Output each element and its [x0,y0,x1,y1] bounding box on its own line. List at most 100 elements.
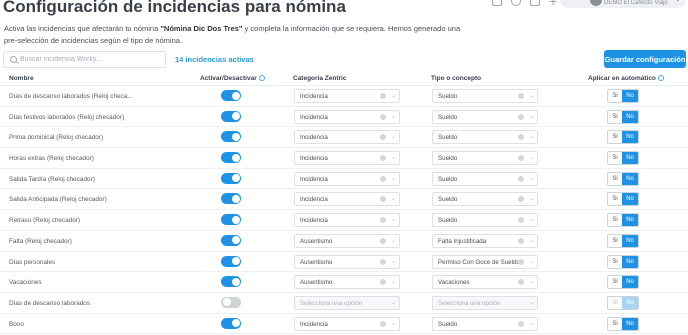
clear-icon[interactable] [518,237,524,244]
chevron-down-icon: ⌄ [390,155,396,162]
auto-no-option[interactable]: No [622,90,638,102]
clear-icon[interactable] [380,175,386,182]
category-select[interactable]: Selecciona una opción ⌄ [294,295,400,310]
activate-toggle[interactable] [221,152,241,164]
clear-icon[interactable] [518,217,524,224]
activate-toggle[interactable] [221,317,241,329]
activate-toggle[interactable] [221,276,241,288]
type-select[interactable]: Sueldo ⌄ [432,89,538,103]
search-input[interactable] [20,54,160,65]
category-select[interactable]: Ausentismo ⌄ [294,254,400,269]
clear-icon[interactable] [518,155,524,162]
category-select[interactable]: Incidencia ⌄ [294,130,400,145]
clear-icon[interactable] [518,93,524,99]
activate-toggle[interactable] [221,193,241,205]
auto-yes-option[interactable]: Si [608,317,623,330]
type-select[interactable]: Permiso Con Goce de Sueldo ⌄ [432,254,538,269]
type-value: Sueldo [438,320,458,328]
activate-toggle[interactable] [221,172,241,184]
clear-icon[interactable] [518,258,524,265]
auto-yes-option[interactable]: Si [608,172,623,185]
activate-toggle[interactable] [221,110,241,122]
auto-no-option[interactable]: No [622,276,638,289]
save-configuration-button[interactable]: Guardar configuración [604,50,686,68]
help-icon[interactable] [511,0,521,6]
info-icon[interactable] [657,75,664,81]
auto-yes-option[interactable]: Si [608,90,623,102]
auto-no-option[interactable]: No [622,110,638,123]
clear-icon[interactable] [380,113,386,120]
clear-icon[interactable] [380,196,386,203]
clear-icon[interactable] [518,175,524,182]
clear-icon[interactable] [380,93,386,99]
category-select[interactable]: Incidencia ⌄ [294,171,400,186]
type-select[interactable]: Sueldo ⌄ [432,192,538,207]
category-select[interactable]: Incidencia ⌄ [294,213,400,228]
auto-no-option[interactable]: No [622,234,638,247]
type-select[interactable]: Sueldo ⌄ [432,171,538,186]
type-select[interactable]: Selecciona una opción ⌄ [432,295,538,310]
type-value: Sueldo [438,113,458,121]
type-select[interactable]: Sueldo ⌄ [432,316,538,331]
category-select[interactable]: Incidencia ⌄ [294,89,400,103]
activate-toggle[interactable] [221,296,241,308]
clear-icon[interactable] [518,279,524,286]
auto-no-option[interactable]: No [622,255,638,268]
table-row: Retraso (Reloj checador) Incidencia ⌄ Su… [0,210,688,231]
auto-yes-option[interactable]: Si [608,131,623,144]
category-select[interactable]: Ausentismo ⌄ [294,233,400,248]
category-select[interactable]: Incidencia ⌄ [294,151,400,166]
chevron-down-icon: ⌄ [390,237,396,244]
category-value: Ausentismo [300,237,333,245]
category-select[interactable]: Incidencia ⌄ [294,192,400,207]
type-select[interactable]: Sueldo ⌄ [432,130,538,145]
clear-icon[interactable] [518,196,524,203]
auto-yes-option[interactable]: Si [608,110,623,123]
grid-icon[interactable] [492,0,502,6]
clear-icon[interactable] [380,279,386,286]
category-select[interactable]: Incidencia ⌄ [294,109,400,124]
auto-yes-option[interactable]: Si [608,193,623,206]
auto-yes-option[interactable]: Si [608,234,623,247]
type-select[interactable]: Falta Injustificada ⌄ [432,233,538,248]
auto-yes-option[interactable]: Si [608,214,623,227]
clear-icon[interactable] [518,320,524,327]
activate-toggle[interactable] [221,90,241,101]
active-count-link[interactable]: 14 incidencias activas [175,55,254,64]
clear-icon[interactable] [518,134,524,141]
clear-icon[interactable] [518,113,524,120]
clear-icon[interactable] [380,155,386,162]
clear-icon[interactable] [380,237,386,244]
category-select[interactable]: Ausentismo ⌄ [294,275,400,290]
type-select[interactable]: Sueldo ⌄ [432,109,538,124]
search-box[interactable] [3,51,166,68]
auto-yes-option[interactable]: Si [608,296,623,309]
activate-toggle[interactable] [221,131,241,143]
auto-no-option[interactable]: No [622,172,638,185]
type-select[interactable]: Vacaciones ⌄ [432,275,538,290]
auto-no-option[interactable]: No [622,193,638,206]
chevron-down-icon[interactable]: ▾ [676,0,680,4]
info-icon[interactable] [258,75,265,81]
type-select[interactable]: Sueldo ⌄ [432,151,538,166]
auto-no-option[interactable]: No [622,214,638,227]
notifications-icon[interactable] [530,0,540,6]
auto-yes-option[interactable]: Si [608,152,623,165]
clear-icon[interactable] [380,217,386,224]
auto-yes-option[interactable]: Si [608,276,623,289]
activate-toggle[interactable] [221,255,241,267]
clear-icon[interactable] [380,258,386,265]
clear-icon[interactable] [380,320,386,327]
intro-text: Activa las incidencias que afectarán tu … [4,23,464,47]
auto-no-option[interactable]: No [622,296,638,309]
category-select[interactable]: Incidencia ⌄ [294,316,400,331]
add-icon[interactable]: + [549,0,557,8]
clear-icon[interactable] [380,134,386,141]
auto-yes-option[interactable]: Si [608,255,623,268]
activate-toggle[interactable] [221,214,241,226]
auto-no-option[interactable]: No [622,131,638,144]
auto-no-option[interactable]: No [622,152,638,165]
auto-no-option[interactable]: No [622,317,638,330]
activate-toggle[interactable] [221,234,241,246]
type-select[interactable]: Sueldo ⌄ [432,213,538,228]
